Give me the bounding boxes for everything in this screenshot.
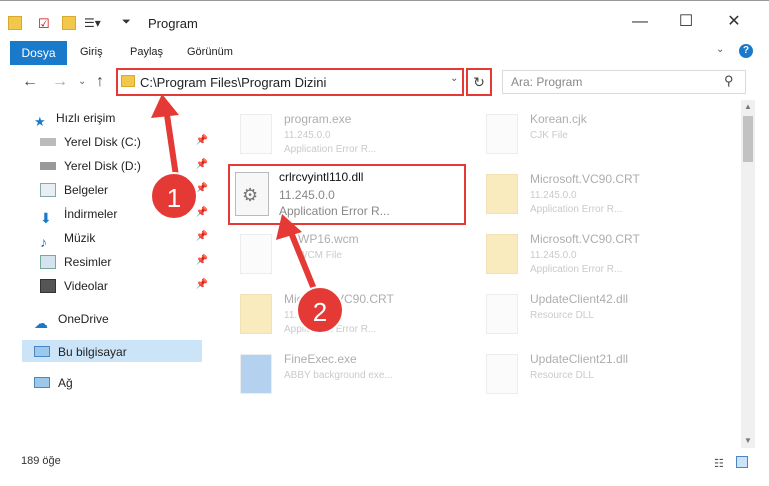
- arrow-one-shaft: [163, 107, 179, 177]
- annotation-badge-1: 1: [150, 172, 198, 220]
- arrow-two-shaft: [287, 228, 319, 296]
- arrow-one-head: [151, 94, 179, 118]
- arrow-two-head: [276, 214, 302, 240]
- annotation-arrows: [151, 94, 319, 296]
- annotation-badge-2: 2: [296, 286, 344, 334]
